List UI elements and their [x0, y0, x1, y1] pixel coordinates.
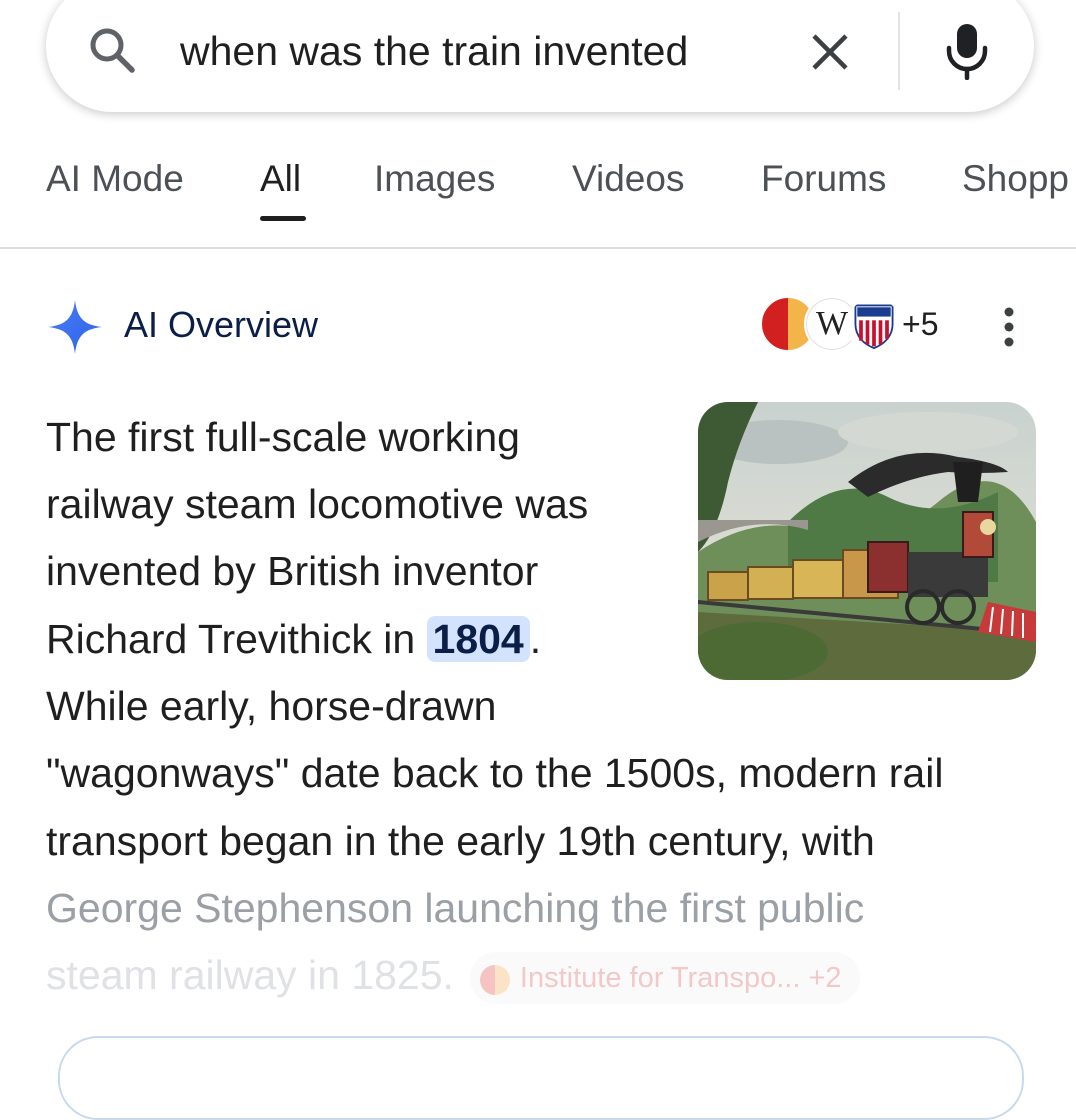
- show-more-card[interactable]: [58, 1036, 1024, 1120]
- overview-line: While early, horse-drawn: [46, 683, 497, 729]
- microphone-icon[interactable]: [944, 22, 990, 80]
- source-favicons[interactable]: W: [760, 296, 902, 354]
- more-sources-count[interactable]: +5: [902, 306, 938, 343]
- tab-all[interactable]: All: [260, 158, 301, 200]
- citation-favicon: [479, 964, 510, 995]
- overview-line: transport began in the early 19th centur…: [46, 818, 875, 864]
- overview-line: Richard Trevithick in 1804.: [46, 606, 541, 674]
- overview-line-text: steam railway in 1825.: [46, 952, 454, 998]
- overview-line: steam railway in 1825. Institute for Tran…: [46, 942, 860, 1010]
- tab-videos[interactable]: Videos: [572, 158, 684, 200]
- overview-line: invented by British inventor: [46, 548, 539, 594]
- close-icon[interactable]: [808, 30, 852, 74]
- search-icon[interactable]: [86, 24, 138, 76]
- ai-overview-title: AI Overview: [124, 304, 319, 345]
- tab-shopping[interactable]: Shopp: [962, 158, 1069, 200]
- overview-line: "wagonways" date back to the 1500s, mode…: [46, 750, 944, 796]
- tabs-divider: [0, 247, 1076, 249]
- tab-ai-mode[interactable]: AI Mode: [46, 158, 184, 200]
- tab-images[interactable]: Images: [374, 158, 495, 200]
- overview-line: railway steam locomotive was: [46, 481, 589, 527]
- citation-count: +2: [808, 962, 842, 995]
- highlighted-year[interactable]: 1804: [426, 616, 530, 662]
- search-bar-divider: [898, 12, 900, 90]
- active-tab-indicator: [260, 216, 306, 221]
- tab-forums[interactable]: Forums: [761, 158, 886, 200]
- union-pacific-shield-icon[interactable]: [846, 296, 902, 352]
- overview-line-text: Richard Trevithick in: [46, 616, 427, 662]
- search-input[interactable]: [180, 26, 740, 76]
- ai-sparkle-icon: [48, 300, 102, 354]
- overview-line: George Stephenson launching the first pu…: [46, 885, 865, 931]
- period: .: [529, 616, 542, 662]
- train-illustration-image[interactable]: [698, 402, 1036, 680]
- citation-label: Institute for Transpo...: [519, 962, 801, 995]
- more-options-icon[interactable]: [996, 306, 1022, 348]
- overview-line: The first full-scale working: [46, 414, 520, 460]
- search-tabs: AI Mode All Images Videos Forums Shopp: [0, 150, 1076, 248]
- citation-chip[interactable]: Institute for Transpo... +2: [469, 952, 860, 1005]
